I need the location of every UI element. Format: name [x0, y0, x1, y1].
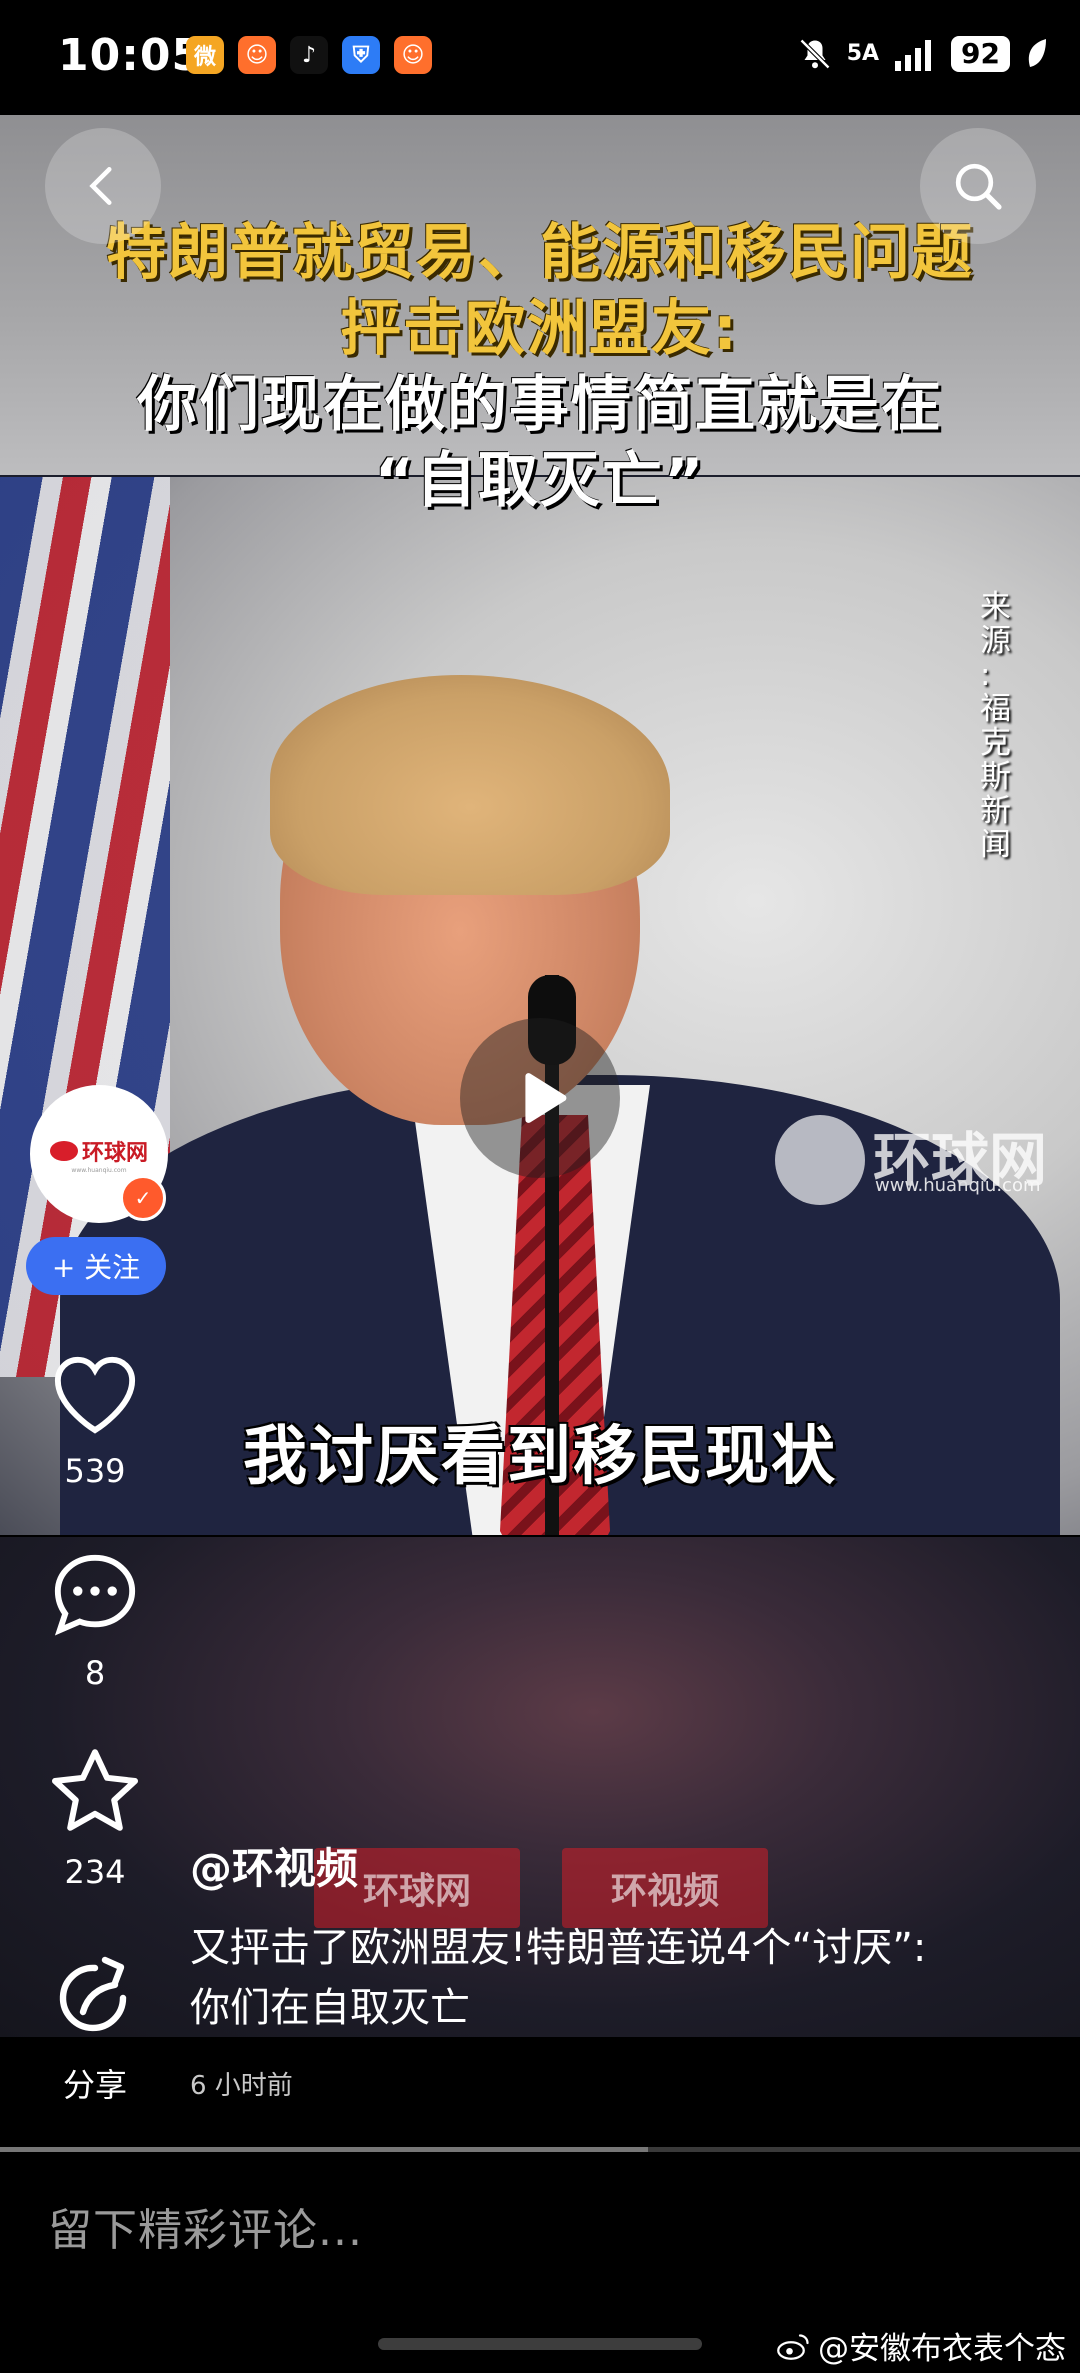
video-subtitle: 我讨厌看到移民现状: [243, 1420, 837, 1494]
video-title-line: “自取灭亡”: [374, 446, 706, 516]
search-button[interactable]: [920, 128, 1036, 244]
huanshipin-overlay-logo: 环视频: [562, 1848, 768, 1928]
home-indicator[interactable]: [378, 2338, 702, 2350]
huanqiu-logo-icon: [775, 1115, 865, 1205]
watermark-url: www.huanqiu.com: [875, 1175, 1041, 1196]
network-type: 5A: [846, 41, 880, 66]
status-time: 10:05: [58, 30, 204, 81]
video-title-line: 你们现在做的事情简直就是在: [137, 370, 943, 440]
mute-bell-icon: [799, 38, 830, 70]
share-label: 分享: [62, 2066, 127, 2104]
avatar-logo-text: 环球网: [81, 1140, 148, 1166]
status-bar: 10:05 微 ☺ ♪ ⛨ ☺ 5A 92: [0, 0, 1080, 115]
video-source-label: 来源:福克斯新闻: [980, 589, 1011, 863]
status-indicators: 5A 92: [797, 36, 1050, 72]
shield-app-icon: ⛨: [342, 36, 380, 74]
battery-level: 92: [951, 36, 1010, 72]
share-icon: [59, 1956, 127, 2032]
status-app-icons: 微 ☺ ♪ ⛨ ☺: [186, 36, 432, 74]
weibo-logo-icon: [777, 2333, 809, 2360]
follow-button[interactable]: + 关注: [26, 1237, 166, 1295]
comment-bubble-icon: [54, 1554, 136, 1636]
tiktok-icon: ♪: [290, 36, 328, 74]
verified-badge-icon: ✓: [120, 1175, 166, 1221]
video-title-line: 特朗普就贸易、能源和移民问题: [106, 218, 974, 288]
xiaohongshu-icon: ☺: [238, 36, 276, 74]
post-timestamp: 6 小时前: [190, 2071, 293, 2101]
video-title-line: 抨击欧洲盟友:: [341, 294, 739, 364]
search-icon: [955, 163, 1002, 210]
heart-icon: [54, 1356, 136, 1434]
comment-bar: 留下精彩评论...: [0, 2152, 1080, 2302]
chevron-left-icon: [89, 167, 112, 205]
share-button[interactable]: 分享: [40, 1948, 150, 2106]
video-title: 特朗普就贸易、能源和移民问题 抨击欧洲盟友: 你们现在做的事情简直就是在 “自取…: [0, 215, 1080, 519]
post-description: 又抨击了欧洲盟友!特朗普连说4个“讨厌”:你们在自取灭亡: [190, 1925, 927, 2031]
back-button[interactable]: [45, 128, 161, 244]
play-icon: [525, 1073, 567, 1123]
avatar-logo-sub: www.huanqiu.com: [71, 1166, 127, 1174]
play-button[interactable]: [460, 1018, 620, 1178]
like-count: 539: [64, 1452, 126, 1490]
favorite-button[interactable]: 234: [40, 1745, 150, 1891]
avatar-logo: 环球网: [49, 1135, 148, 1167]
weibo-icon: 微: [186, 36, 224, 74]
video-player[interactable]: 特朗普就贸易、能源和移民问题 抨击欧洲盟友: 你们现在做的事情简直就是在 “自取…: [0, 115, 1080, 1535]
weibo-credit: @安徽布衣表个态: [776, 2323, 1066, 2368]
favorite-count: 234: [64, 1853, 126, 1891]
star-icon: [52, 1749, 138, 1831]
signal-icon: [895, 40, 932, 71]
leaf-icon: [1028, 39, 1046, 67]
comment-input[interactable]: 留下精彩评论...: [48, 2194, 363, 2258]
comment-button[interactable]: 8: [40, 1548, 150, 1692]
credit-text: @安徽布衣表个态: [818, 2331, 1066, 2367]
post-author[interactable]: @环视频: [190, 1835, 358, 1896]
comment-count: 8: [84, 1654, 106, 1692]
kuaishou-icon: ☺: [394, 36, 432, 74]
like-button[interactable]: 539: [40, 1350, 150, 1490]
huanqiu-logo-icon: [49, 1140, 78, 1161]
huanqiu-watermark: 环球网 www.huanqiu.com: [775, 1115, 1047, 1205]
